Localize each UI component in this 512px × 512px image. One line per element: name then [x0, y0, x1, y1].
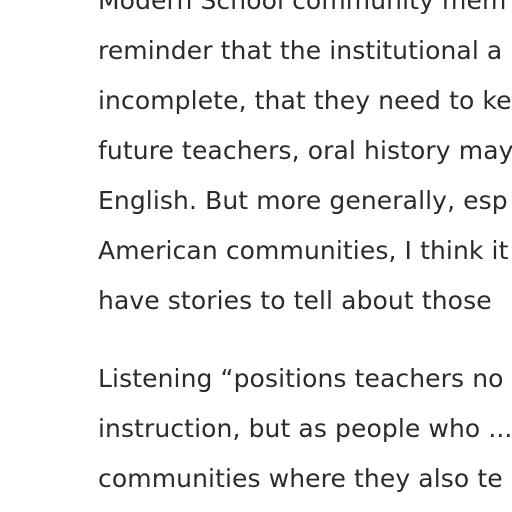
article-body: Modern School community mem reminder tha… [98, 0, 512, 504]
paragraph-line: reminder that the institutional a [98, 36, 503, 65]
paragraph-line: instruction, but as people who ... [98, 414, 512, 443]
paragraph-line: Modern School community mem [98, 0, 507, 15]
paragraph-line: communities where they also te [98, 464, 503, 493]
paragraph-line: have stories to tell about those [98, 286, 492, 315]
paragraph-line: incomplete, that they need to ke [98, 86, 512, 115]
paragraph-line: future teachers, oral history may [98, 136, 512, 165]
paragraph-line: Listening “positions teachers no [98, 364, 504, 393]
paragraph: Listening “positions teachers no instruc… [98, 354, 512, 504]
paragraph-line: American communities, I think it [98, 236, 509, 265]
paragraph-line: English. But more generally, esp [98, 186, 508, 215]
paragraph: Modern School community mem reminder tha… [98, 0, 512, 326]
